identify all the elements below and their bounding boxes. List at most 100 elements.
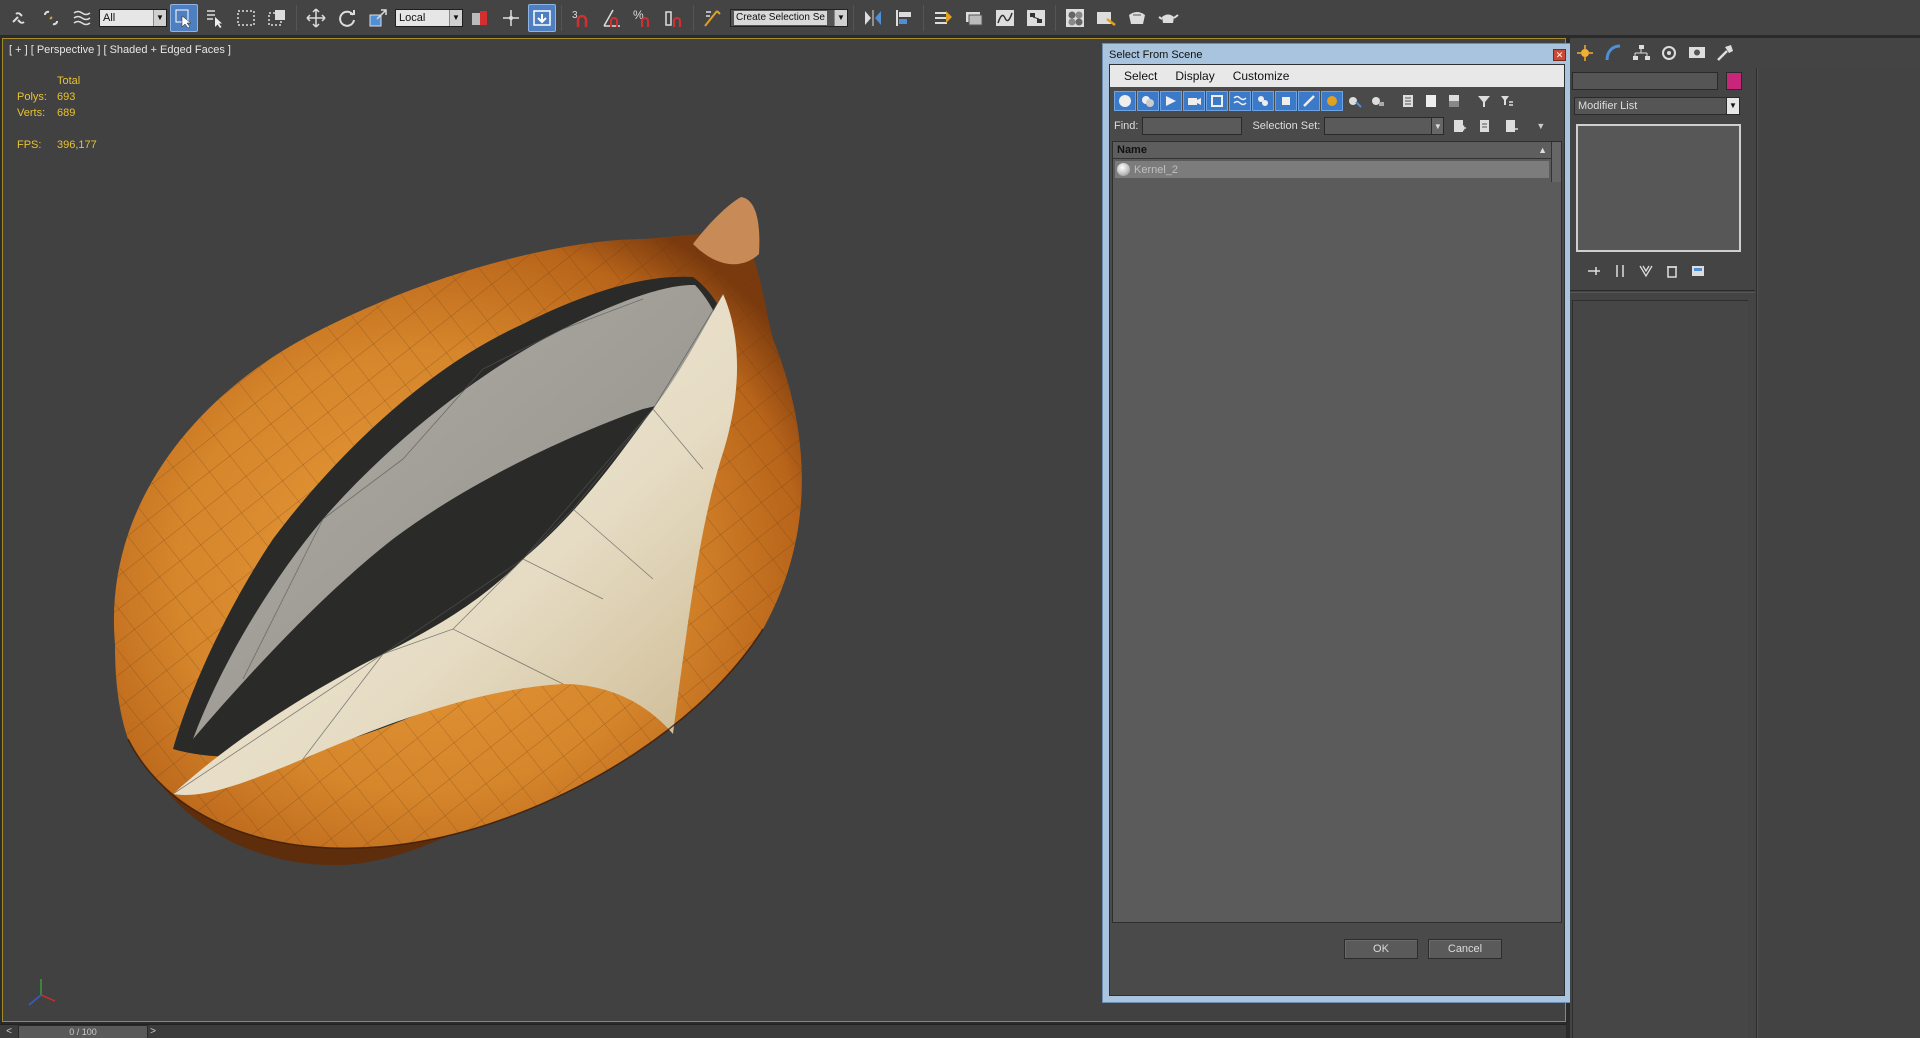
- render-setup-button[interactable]: [1092, 4, 1120, 32]
- select-none-button[interactable]: [1420, 91, 1442, 111]
- viewport-label[interactable]: [ + ] [ Perspective ] [ Shaded + Edged F…: [9, 44, 231, 56]
- object-list[interactable]: Name ▲ Kernel_2: [1112, 141, 1562, 923]
- pin-stack-button[interactable]: [1584, 262, 1604, 280]
- find-input[interactable]: [1142, 117, 1243, 135]
- align-button[interactable]: [890, 4, 918, 32]
- snaps-toggle-button[interactable]: 3: [567, 4, 595, 32]
- name-column-header[interactable]: Name ▲: [1113, 142, 1561, 159]
- create-selection-set-button[interactable]: [1448, 116, 1470, 136]
- ok-button[interactable]: OK: [1344, 939, 1418, 959]
- add-to-selection-set-button[interactable]: [1474, 116, 1496, 136]
- modifier-stack[interactable]: [1576, 124, 1741, 252]
- window-crossing-button[interactable]: [263, 4, 291, 32]
- select-from-scene-dialog: Select From Scene ✕ Select Display Custo…: [1102, 43, 1572, 1003]
- polys-label: Polys:: [17, 91, 47, 103]
- dialog-title[interactable]: Select From Scene: [1107, 46, 1567, 64]
- toggle-scene-explorer-button[interactable]: [929, 4, 957, 32]
- tab-display[interactable]: [1684, 40, 1710, 66]
- show-end-result-button[interactable]: [1610, 262, 1630, 280]
- time-slider-bar: < 0 / 100 >: [0, 1024, 1566, 1038]
- display-containers-button[interactable]: [1321, 91, 1343, 111]
- material-editor-button[interactable]: [1061, 4, 1089, 32]
- select-and-move-button[interactable]: [302, 4, 330, 32]
- cancel-button[interactable]: Cancel: [1428, 939, 1502, 959]
- select-by-name-button[interactable]: [201, 4, 229, 32]
- curve-editor-button[interactable]: [991, 4, 1019, 32]
- sort-ascending-icon: ▲: [1538, 145, 1547, 155]
- tab-modify[interactable]: [1600, 40, 1626, 66]
- add-to-set-icon: [1480, 120, 1490, 132]
- find-label: Find:: [1114, 120, 1139, 132]
- named-selection-sets-dropdown[interactable]: Create Selection Se ▼: [730, 8, 848, 27]
- remove-modifier-button[interactable]: [1662, 262, 1682, 280]
- sort-filter-button[interactable]: [1496, 91, 1518, 111]
- chevron-down-icon: ▼: [153, 9, 166, 26]
- rendered-frame-window-button[interactable]: [1123, 4, 1151, 32]
- display-hidden-button[interactable]: [1367, 91, 1389, 111]
- tab-utilities[interactable]: [1712, 40, 1738, 66]
- display-xrefs-button[interactable]: [1275, 91, 1297, 111]
- remove-from-selection-set-button[interactable]: [1500, 116, 1522, 136]
- menu-select[interactable]: Select: [1124, 69, 1157, 83]
- display-lights-button[interactable]: [1160, 91, 1182, 111]
- new-set-icon: [1454, 120, 1467, 132]
- close-icon[interactable]: ✕: [1553, 49, 1566, 61]
- bind-to-space-warp-button[interactable]: [68, 4, 96, 32]
- display-geometry-button[interactable]: [1114, 91, 1136, 111]
- edit-named-selection-sets-button[interactable]: [699, 4, 727, 32]
- unlink-selection-button[interactable]: [37, 4, 65, 32]
- list-scrollbar[interactable]: [1551, 142, 1561, 182]
- selection-set-dropdown[interactable]: ▼: [1324, 117, 1445, 135]
- select-object-button[interactable]: [170, 3, 198, 32]
- reference-coordinate-dropdown[interactable]: Local ▼: [395, 8, 463, 27]
- display-cameras-button[interactable]: [1183, 91, 1205, 111]
- verts-label: Verts:: [17, 107, 46, 119]
- selection-filter-dropdown[interactable]: All ▼: [99, 8, 167, 27]
- angle-snap-toggle-button[interactable]: [598, 4, 626, 32]
- display-helpers-button[interactable]: [1206, 91, 1228, 111]
- select-and-manipulate-button[interactable]: [497, 4, 525, 32]
- display-frozen-button[interactable]: [1344, 91, 1366, 111]
- display-groups-button[interactable]: [1252, 91, 1274, 111]
- next-frame-button[interactable]: >: [146, 1025, 160, 1038]
- display-icon: [1689, 47, 1705, 58]
- spinner-snap-toggle-button[interactable]: [660, 4, 688, 32]
- select-all-button[interactable]: [1397, 91, 1419, 111]
- object-name-field[interactable]: [1572, 72, 1718, 90]
- keyboard-shortcut-override-button[interactable]: [528, 3, 556, 32]
- previous-frame-button[interactable]: <: [2, 1025, 16, 1038]
- select-and-scale-button[interactable]: [364, 4, 392, 32]
- time-slider[interactable]: 0 / 100: [18, 1025, 148, 1038]
- display-bones-button[interactable]: [1298, 91, 1320, 111]
- rollout-divider: [1570, 290, 1755, 293]
- percent-snap-icon: %: [633, 8, 649, 27]
- select-invert-button[interactable]: [1443, 91, 1465, 111]
- scene-explorer-icon: [935, 10, 952, 24]
- select-and-rotate-button[interactable]: [333, 4, 361, 32]
- configure-modifier-sets-button[interactable]: [1688, 262, 1708, 280]
- chevron-down-icon[interactable]: ▼: [1536, 121, 1545, 131]
- tab-create[interactable]: [1572, 40, 1598, 66]
- rendered-frame-icon: [1129, 11, 1145, 24]
- menu-customize[interactable]: Customize: [1233, 69, 1290, 83]
- display-spacewarps-button[interactable]: [1229, 91, 1251, 111]
- modifier-list-dropdown[interactable]: Modifier List ▼: [1574, 97, 1740, 115]
- schematic-view-button[interactable]: [1022, 4, 1050, 32]
- tab-motion[interactable]: [1656, 40, 1682, 66]
- toolbar-divider: [561, 4, 562, 31]
- list-item[interactable]: Kernel_2: [1115, 161, 1549, 178]
- filter-button[interactable]: [1473, 91, 1495, 111]
- percent-snap-toggle-button[interactable]: %: [629, 4, 657, 32]
- object-color-swatch[interactable]: [1726, 72, 1742, 90]
- display-shapes-button[interactable]: [1137, 91, 1159, 111]
- select-and-link-button[interactable]: [6, 4, 34, 32]
- use-pivot-center-button[interactable]: [466, 4, 494, 32]
- mirror-button[interactable]: [859, 4, 887, 32]
- tab-hierarchy[interactable]: [1628, 40, 1654, 66]
- make-unique-button[interactable]: [1636, 262, 1656, 280]
- render-production-button[interactable]: [1154, 4, 1182, 32]
- toggle-layer-explorer-button[interactable]: [960, 4, 988, 32]
- menu-display[interactable]: Display: [1175, 69, 1214, 83]
- pivot-center-icon: [472, 10, 487, 25]
- rectangular-selection-button[interactable]: [232, 4, 260, 32]
